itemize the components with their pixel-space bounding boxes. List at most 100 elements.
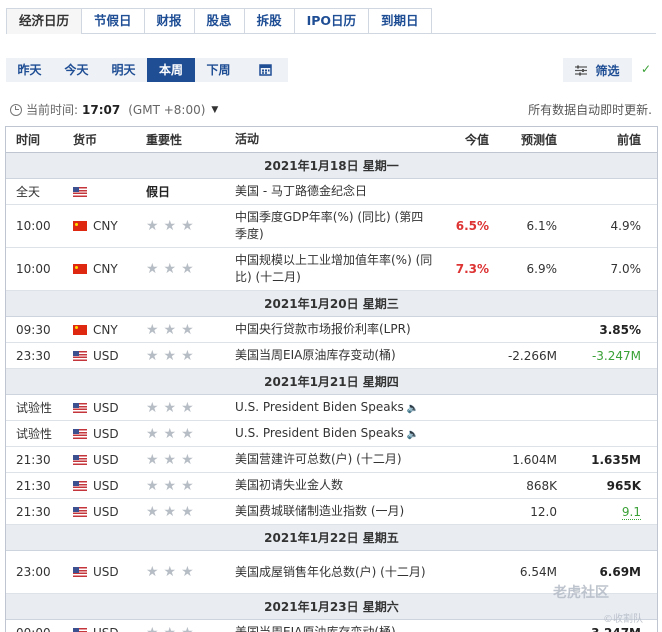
event-importance: ★★★: [138, 218, 227, 234]
event-importance: ★★★: [138, 426, 227, 442]
event-name[interactable]: 美国 - 马丁路德金纪念日: [235, 184, 367, 198]
filter-icon: [575, 65, 588, 75]
event-actual: 7.3%: [455, 262, 489, 276]
event-previous: 7.0%: [610, 262, 642, 276]
event-name-cell[interactable]: 美国当周EIA原油库存变动(桶): [227, 624, 433, 632]
tab-ipo-calendar[interactable]: IPO日历: [294, 8, 370, 33]
event-row[interactable]: 10:00 CNY ★★★ 中国季度GDP年率(%) (同比) (第四季度) 6.5% 6…: [6, 205, 657, 248]
event-name[interactable]: 中国规模以上工业增加值年率(%) (同比) (十二月): [235, 253, 432, 284]
event-row[interactable]: 23:30 USD ★★★ 美国当周EIA原油库存变动(桶) -2.266M -3.247…: [6, 343, 657, 369]
event-currency: USD: [93, 400, 119, 415]
event-row[interactable]: 21:30 USD ★★★ 美国营建许可总数(户) (十二月) 1.604M 1.635M: [6, 447, 657, 473]
tab-earnings[interactable]: 财报: [144, 8, 195, 33]
event-name[interactable]: 美国成屋销售年化总数(户) (十二月): [235, 565, 426, 579]
importance-stars-icon: ★★★: [146, 347, 199, 364]
event-row[interactable]: 21:30 USD ★★★ 美国初请失业金人数 868K 965K: [6, 473, 657, 499]
event-currency: USD: [93, 504, 119, 519]
header-event: 活动: [235, 132, 260, 146]
event-name-cell[interactable]: U.S. President Biden Speaks 🔈: [227, 425, 433, 443]
date-row: 2021年1月18日 星期一: [6, 153, 657, 179]
today-button[interactable]: 今天: [53, 58, 100, 82]
calendar-icon: [258, 64, 272, 76]
event-time: 23:30: [16, 348, 51, 363]
event-previous: 1.635M: [591, 452, 641, 467]
event-forecast: 1.604M: [512, 452, 557, 467]
event-name-cell[interactable]: 美国初请失业金人数: [227, 477, 433, 494]
event-name-cell[interactable]: 中国央行贷款市场报价利率(LPR): [227, 321, 433, 338]
event-name[interactable]: 美国当周EIA原油库存变动(桶): [235, 348, 396, 362]
event-previous: 4.9%: [610, 219, 642, 233]
this-week-button[interactable]: 本周: [147, 58, 195, 82]
event-name[interactable]: 美国费城联储制造业指数 (一月): [235, 504, 404, 518]
event-previous-cell: -3.247M: [557, 349, 641, 363]
event-name[interactable]: 美国营建许可总数(户) (十二月): [235, 452, 402, 466]
cn-flag-icon: [73, 324, 87, 335]
tab-economic-calendar[interactable]: 经济日历: [6, 8, 83, 34]
event-name-cell[interactable]: 美国 - 马丁路德金纪念日: [227, 183, 433, 200]
event-currency-cell: USD: [73, 505, 138, 519]
event-previous-cell: 9.1: [557, 504, 641, 520]
event-row[interactable]: 00:00 USD ★★★ 美国当周EIA原油库存变动(桶) -3.247M: [6, 620, 657, 632]
event-time: 10:00: [16, 219, 51, 233]
importance-stars-icon: ★★★: [146, 625, 199, 632]
chevron-down-icon[interactable]: ▼: [211, 105, 218, 115]
table-header: 时间 货币 重要性 活动 今值 预测值 前值: [6, 127, 657, 153]
event-importance: ★★★: [138, 452, 227, 468]
calendar-button[interactable]: [242, 58, 288, 82]
event-name-cell[interactable]: 美国当周EIA原油库存变动(桶): [227, 347, 433, 364]
event-row[interactable]: 试验性 USD ★★★ U.S. President Biden Speaks 🔈: [6, 395, 657, 421]
header-time: 时间: [16, 133, 41, 147]
event-currency-cell: USD: [73, 349, 138, 363]
event-name[interactable]: 中国央行贷款市场报价利率(LPR): [235, 322, 411, 336]
event-row[interactable]: 10:00 CNY ★★★ 中国规模以上工业增加值年率(%) (同比) (十二月) 7.…: [6, 248, 657, 291]
event-name-cell[interactable]: 美国成屋销售年化总数(户) (十二月): [227, 564, 433, 581]
event-previous-cell: 3.85%: [557, 323, 641, 337]
auto-update-note: 所有数据自动即时更新.: [528, 103, 652, 117]
current-time: 当前时间: 17:07 (GMT +8:00) ▼: [10, 101, 218, 118]
speaker-icon[interactable]: 🔈: [407, 429, 419, 440]
importance-stars-icon: ★★★: [146, 321, 199, 338]
event-name[interactable]: U.S. President Biden Speaks: [235, 426, 404, 440]
event-time: 21:30: [16, 478, 51, 493]
event-name-cell[interactable]: 中国季度GDP年率(%) (同比) (第四季度): [227, 209, 433, 243]
event-name-cell[interactable]: 美国营建许可总数(户) (十二月): [227, 451, 433, 468]
event-previous: 965K: [606, 478, 641, 493]
economic-calendar-table: 时间 货币 重要性 活动 今值 预测值 前值 2021年1月18日 星期一 全天 假…: [5, 126, 658, 632]
event-time: 21:30: [16, 452, 51, 467]
event-importance: ★★★: [138, 400, 227, 416]
check-icon: ✓: [641, 62, 652, 76]
tab-expiration[interactable]: 到期日: [369, 8, 432, 33]
us-flag-icon: [73, 567, 87, 577]
tab-dividends[interactable]: 股息: [194, 8, 245, 33]
speaker-icon[interactable]: 🔈: [407, 403, 419, 414]
event-currency-cell: USD: [73, 479, 138, 493]
filter-button[interactable]: 筛选: [563, 58, 632, 82]
current-time-value: 17:07: [82, 102, 121, 117]
event-importance: ★★★: [138, 504, 227, 520]
date-row: 2021年1月20日 星期三: [6, 291, 657, 317]
event-row[interactable]: 09:30 CNY ★★★ 中国央行贷款市场报价利率(LPR) 3.85%: [6, 317, 657, 343]
timezone-selector[interactable]: (GMT +8:00): [128, 103, 205, 117]
tab-splits[interactable]: 拆股: [244, 8, 295, 33]
next-week-button[interactable]: 下周: [195, 58, 242, 82]
event-name[interactable]: 美国初请失业金人数: [235, 478, 343, 492]
event-row[interactable]: 21:30 USD ★★★ 美国费城联储制造业指数 (一月) 12.0 9.1: [6, 499, 657, 525]
event-name-cell[interactable]: U.S. President Biden Speaks 🔈: [227, 399, 433, 417]
event-previous: -3.247M: [586, 626, 641, 632]
event-name[interactable]: U.S. President Biden Speaks: [235, 400, 404, 414]
event-row[interactable]: 全天 假日 美国 - 马丁路德金纪念日: [6, 179, 657, 205]
event-time: 09:30: [16, 322, 51, 337]
tab-holidays[interactable]: 节假日: [82, 8, 145, 33]
event-importance: ★★★: [138, 261, 227, 277]
us-flag-icon: [73, 186, 87, 197]
yesterday-button[interactable]: 昨天: [6, 58, 53, 82]
event-name-cell[interactable]: 美国费城联储制造业指数 (一月): [227, 503, 433, 520]
event-currency: CNY: [93, 262, 118, 276]
tomorrow-button[interactable]: 明天: [100, 58, 147, 82]
us-flag-icon: [73, 428, 87, 439]
event-name-cell[interactable]: 中国规模以上工业增加值年率(%) (同比) (十二月): [227, 252, 433, 286]
event-name[interactable]: 美国当周EIA原油库存变动(桶): [235, 625, 396, 632]
event-name[interactable]: 中国季度GDP年率(%) (同比) (第四季度): [235, 210, 423, 241]
event-previous: 9.1: [621, 504, 641, 520]
event-row[interactable]: 试验性 USD ★★★ U.S. President Biden Speaks 🔈: [6, 421, 657, 447]
